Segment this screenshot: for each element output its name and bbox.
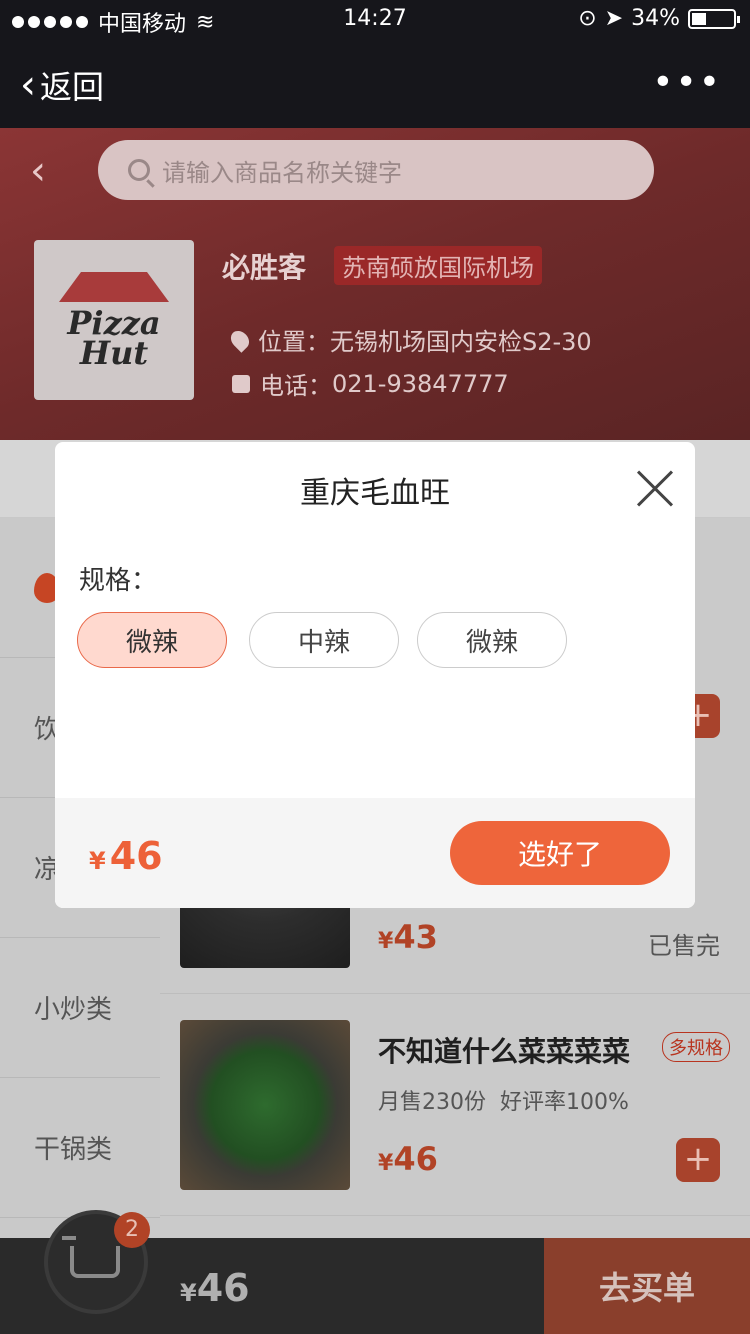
spec-option-1[interactable]: 微辣 xyxy=(77,612,227,668)
confirm-button[interactable]: 选好了 xyxy=(450,821,670,885)
close-icon[interactable] xyxy=(635,468,675,508)
spec-option-2[interactable]: 中辣 xyxy=(249,612,399,668)
dialog-title: 重庆毛血旺 xyxy=(300,476,450,511)
dialog-footer: ¥46 选好了 xyxy=(55,798,695,908)
spec-option-3[interactable]: 微辣 xyxy=(417,612,567,668)
spec-label: 规格： xyxy=(79,566,158,596)
spec-dialog: 重庆毛血旺 规格： 微辣 中辣 微辣 ¥46 选好了 xyxy=(55,442,695,908)
dialog-price: ¥46 xyxy=(89,834,163,878)
